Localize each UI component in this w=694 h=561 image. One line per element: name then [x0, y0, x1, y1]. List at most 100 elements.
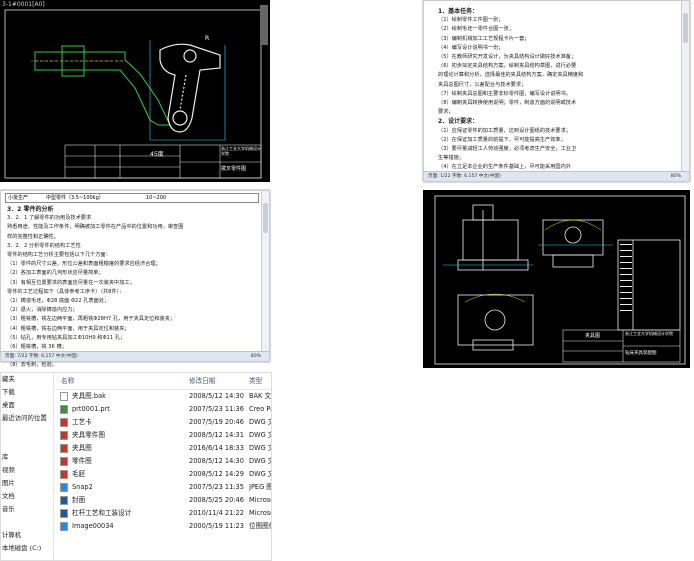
- word-icon: [60, 509, 68, 518]
- file-row[interactable]: 工艺卡 2007/5/19 20:46 DWG 文件: [55, 416, 271, 429]
- file-name: Snap2: [72, 483, 93, 491]
- cad-part-drawing: 3-1#0001[A0] R 45度 浙江工业大学机械设计学院 拨叉零件图: [0, 0, 270, 182]
- nav-item[interactable]: 桌面: [1, 399, 53, 412]
- zoom-level[interactable]: 80%: [251, 352, 261, 361]
- paragraph-line: 熟悉用途、性能及工作条件，明确被加工零件在产品中的位置和功用，审查图: [7, 224, 184, 231]
- file-name: Image00034: [72, 522, 114, 530]
- cad-fixture-svg: [434, 195, 686, 365]
- paragraph-line: 3．2．1 了解零件的功用及技术要求: [7, 215, 92, 222]
- cad-angle-label: 45度: [150, 151, 164, 158]
- file-date: 2007/5/23 11:36: [189, 405, 244, 413]
- file-row[interactable]: 夹具图 2016/6/14 18:33 DWG 文件: [55, 442, 271, 455]
- status-bar: 页面: 1/22 字数: 6,157 中文(中国) 80%: [424, 171, 689, 181]
- file-type: Creo Parametric: [249, 405, 271, 413]
- file-name: 夹具图.bak: [72, 392, 106, 400]
- nav-item[interactable]: 库: [1, 451, 53, 464]
- file-row[interactable]: 夹具零件图 2008/5/12 14:31 DWG 文件: [55, 429, 271, 442]
- cad-fixture-drawing: 夹具图 浙江工业大学机械设计学院 钻床夹具装配图: [423, 190, 690, 368]
- word-document-analysis: 小批生产 中型零件（3.5~100kg） 10~200 3．2 零件的分析 3．2…: [0, 190, 270, 368]
- paragraph-line: （1）绘制零件工件图一张；: [438, 17, 504, 24]
- nav-item[interactable]: 视频: [1, 464, 53, 477]
- file-row[interactable]: prt0001.prt 2007/5/23 11:36 Creo Parametri…: [55, 403, 271, 416]
- nav-item[interactable]: [1, 438, 53, 451]
- paragraph-line: （3）有相互位置要求的表面应尽量在一次装夹中加工；: [7, 279, 135, 286]
- paragraph-line: （1）零件的尺寸公差、形位公差和表面粗糙度的要求应经济合理；: [7, 261, 161, 268]
- file-row[interactable]: Image00034 2000/5/19 11:23 位图图像: [55, 520, 271, 533]
- dwg-icon: [60, 457, 68, 466]
- image-icon: [60, 483, 68, 492]
- file-type: BAK 文件: [249, 392, 271, 400]
- nav-item[interactable]: 文档: [1, 490, 53, 503]
- paragraph-line: 要求；: [438, 109, 454, 116]
- navigation-pane: 藏夹 下载 桌面 最近访问的位置库视频 图片 文档 音乐计算机 本地磁盘 (C:): [1, 373, 54, 560]
- svg-text:R: R: [205, 35, 209, 42]
- file-date: 2007/5/23 11:35: [189, 483, 244, 491]
- word-document-tasks: 1．基本任务： （1）绘制零件工件图一张； （2）绘制毛坯一零件合图一张； （3）编制…: [423, 0, 690, 182]
- nav-item[interactable]: [1, 516, 53, 529]
- paragraph-line: （2）各加工表面的几何形状应尽量简单；: [7, 270, 104, 277]
- file-list: 名称 修改日期 类型 夹具图.bak 2008/5/12 14:30 BAK 文件 p…: [55, 373, 271, 560]
- cad-part-name: 拨叉零件图: [221, 166, 247, 172]
- file-type: DWG 文件: [249, 470, 271, 478]
- scrollbar-thumb[interactable]: [683, 13, 688, 43]
- vertical-scrollbar[interactable]: [261, 191, 269, 352]
- file-type: DWG 文件: [249, 431, 271, 439]
- file-name: 夹具零件图: [72, 431, 105, 439]
- paragraph-line: （3）要尽量减轻工人劳动强度，必须考虑生产安全，工业卫: [438, 146, 577, 153]
- file-type: DWG 文件: [249, 457, 271, 465]
- nav-item[interactable]: 下载: [1, 386, 53, 399]
- file-icon: [60, 392, 68, 401]
- doc-table-row: 小批生产 中型零件（3.5~100kg） 10~200: [5, 193, 259, 203]
- file-type: Microsoft Word: [249, 509, 271, 517]
- status-text: 页面: 7/22 字数: 6,157 中文(中国): [5, 354, 78, 359]
- status-text: 页面: 1/22 字数: 6,157 中文(中国): [428, 174, 501, 179]
- file-row[interactable]: 杠杆工艺和工装设计 2010/11/4 21:22 Microsoft Word: [55, 507, 271, 520]
- paragraph-line: 零件的结构工艺分析主要包括以下几个方面：: [7, 252, 111, 259]
- file-date: 2008/5/12 14:31: [189, 431, 244, 439]
- file-row[interactable]: 夹具图.bak 2008/5/12 14:30 BAK 文件: [55, 390, 271, 403]
- file-row[interactable]: 毛胚 2008/5/12 14:29 DWG 文件: [55, 468, 271, 481]
- paragraph-line: （4）编写设计说明书一份；: [438, 44, 504, 51]
- file-name: 工艺卡: [72, 418, 92, 426]
- file-date: 2008/5/12 14:29: [189, 470, 244, 478]
- status-bar: 页面: 7/22 字数: 6,157 中文(中国) 80%: [1, 351, 269, 361]
- file-row[interactable]: 零件图 2008/5/12 14:30 DWG 文件: [55, 455, 271, 468]
- paragraph-line: （8）编制夹具转换使用说明；零件，制造方面的说明或技术: [438, 100, 577, 107]
- file-date: 2016/6/14 18:33: [189, 444, 244, 452]
- paragraph-line: （2）在保证加工质量的前提下，尽可能提高生产效率；: [438, 136, 566, 143]
- file-row[interactable]: 封面 2008/5/25 20:46 Microsoft Word: [55, 494, 271, 507]
- cad-school-label: 浙江工业大学机械设计学院: [221, 146, 261, 156]
- nav-item[interactable]: 藏夹: [1, 373, 53, 386]
- document-body: 3．2 零件的分析 3．2．1 了解零件的功用及技术要求 熟悉用途、性能及工作条件，…: [7, 205, 259, 371]
- file-name: 杠杆工艺和工装设计: [72, 509, 132, 517]
- vertical-scrollbar[interactable]: [681, 1, 689, 172]
- column-headers: 名称 修改日期 类型: [55, 373, 271, 390]
- nav-item[interactable]: 最近访问的位置: [1, 412, 53, 425]
- paragraph-line: 夹具总图尺寸，公差配合与技术要求；: [438, 81, 527, 88]
- column-header-name[interactable]: 名称: [61, 373, 74, 389]
- table-cell: 小批生产: [8, 195, 29, 201]
- nav-item[interactable]: 图片: [1, 477, 53, 490]
- file-row[interactable]: Snap2 2007/5/23 11:35 JPEG 图像: [55, 481, 271, 494]
- paragraph-line: （8）去毛刺，检验。: [7, 362, 57, 369]
- word-icon: [60, 496, 68, 505]
- paragraph-line: （6）初步拟定夹具结构方案，绘制夹具结构草图，进行必要: [438, 63, 577, 70]
- file-type: 位图图像: [249, 522, 271, 530]
- table-cell: 10~200: [146, 195, 167, 201]
- paragraph-line: 样的完整性和正确性。: [7, 233, 59, 240]
- nav-item[interactable]: 本地磁盘 (C:): [1, 542, 53, 555]
- scrollbar-thumb[interactable]: [263, 203, 268, 233]
- column-header-type[interactable]: 类型: [249, 373, 262, 389]
- section-heading: 1．基本任务：: [438, 8, 479, 15]
- dwg-icon: [60, 470, 68, 479]
- zoom-level[interactable]: 80%: [671, 172, 681, 181]
- nav-item[interactable]: [1, 425, 53, 438]
- nav-item[interactable]: 计算机: [1, 529, 53, 542]
- cad-scrollbar: [260, 5, 268, 45]
- file-explorer: 藏夹 下载 桌面 最近访问的位置库视频 图片 文档 音乐计算机 本地磁盘 (C:) 名称 修改…: [0, 372, 272, 561]
- cad-assembly-name: 钻床夹具装配图: [625, 351, 657, 356]
- paragraph-line: （3）编制机械加工工艺规程卡片一套；: [438, 35, 530, 42]
- nav-item[interactable]: 音乐: [1, 503, 53, 516]
- file-type: JPEG 图像: [249, 483, 271, 491]
- column-header-date[interactable]: 修改日期: [189, 373, 215, 389]
